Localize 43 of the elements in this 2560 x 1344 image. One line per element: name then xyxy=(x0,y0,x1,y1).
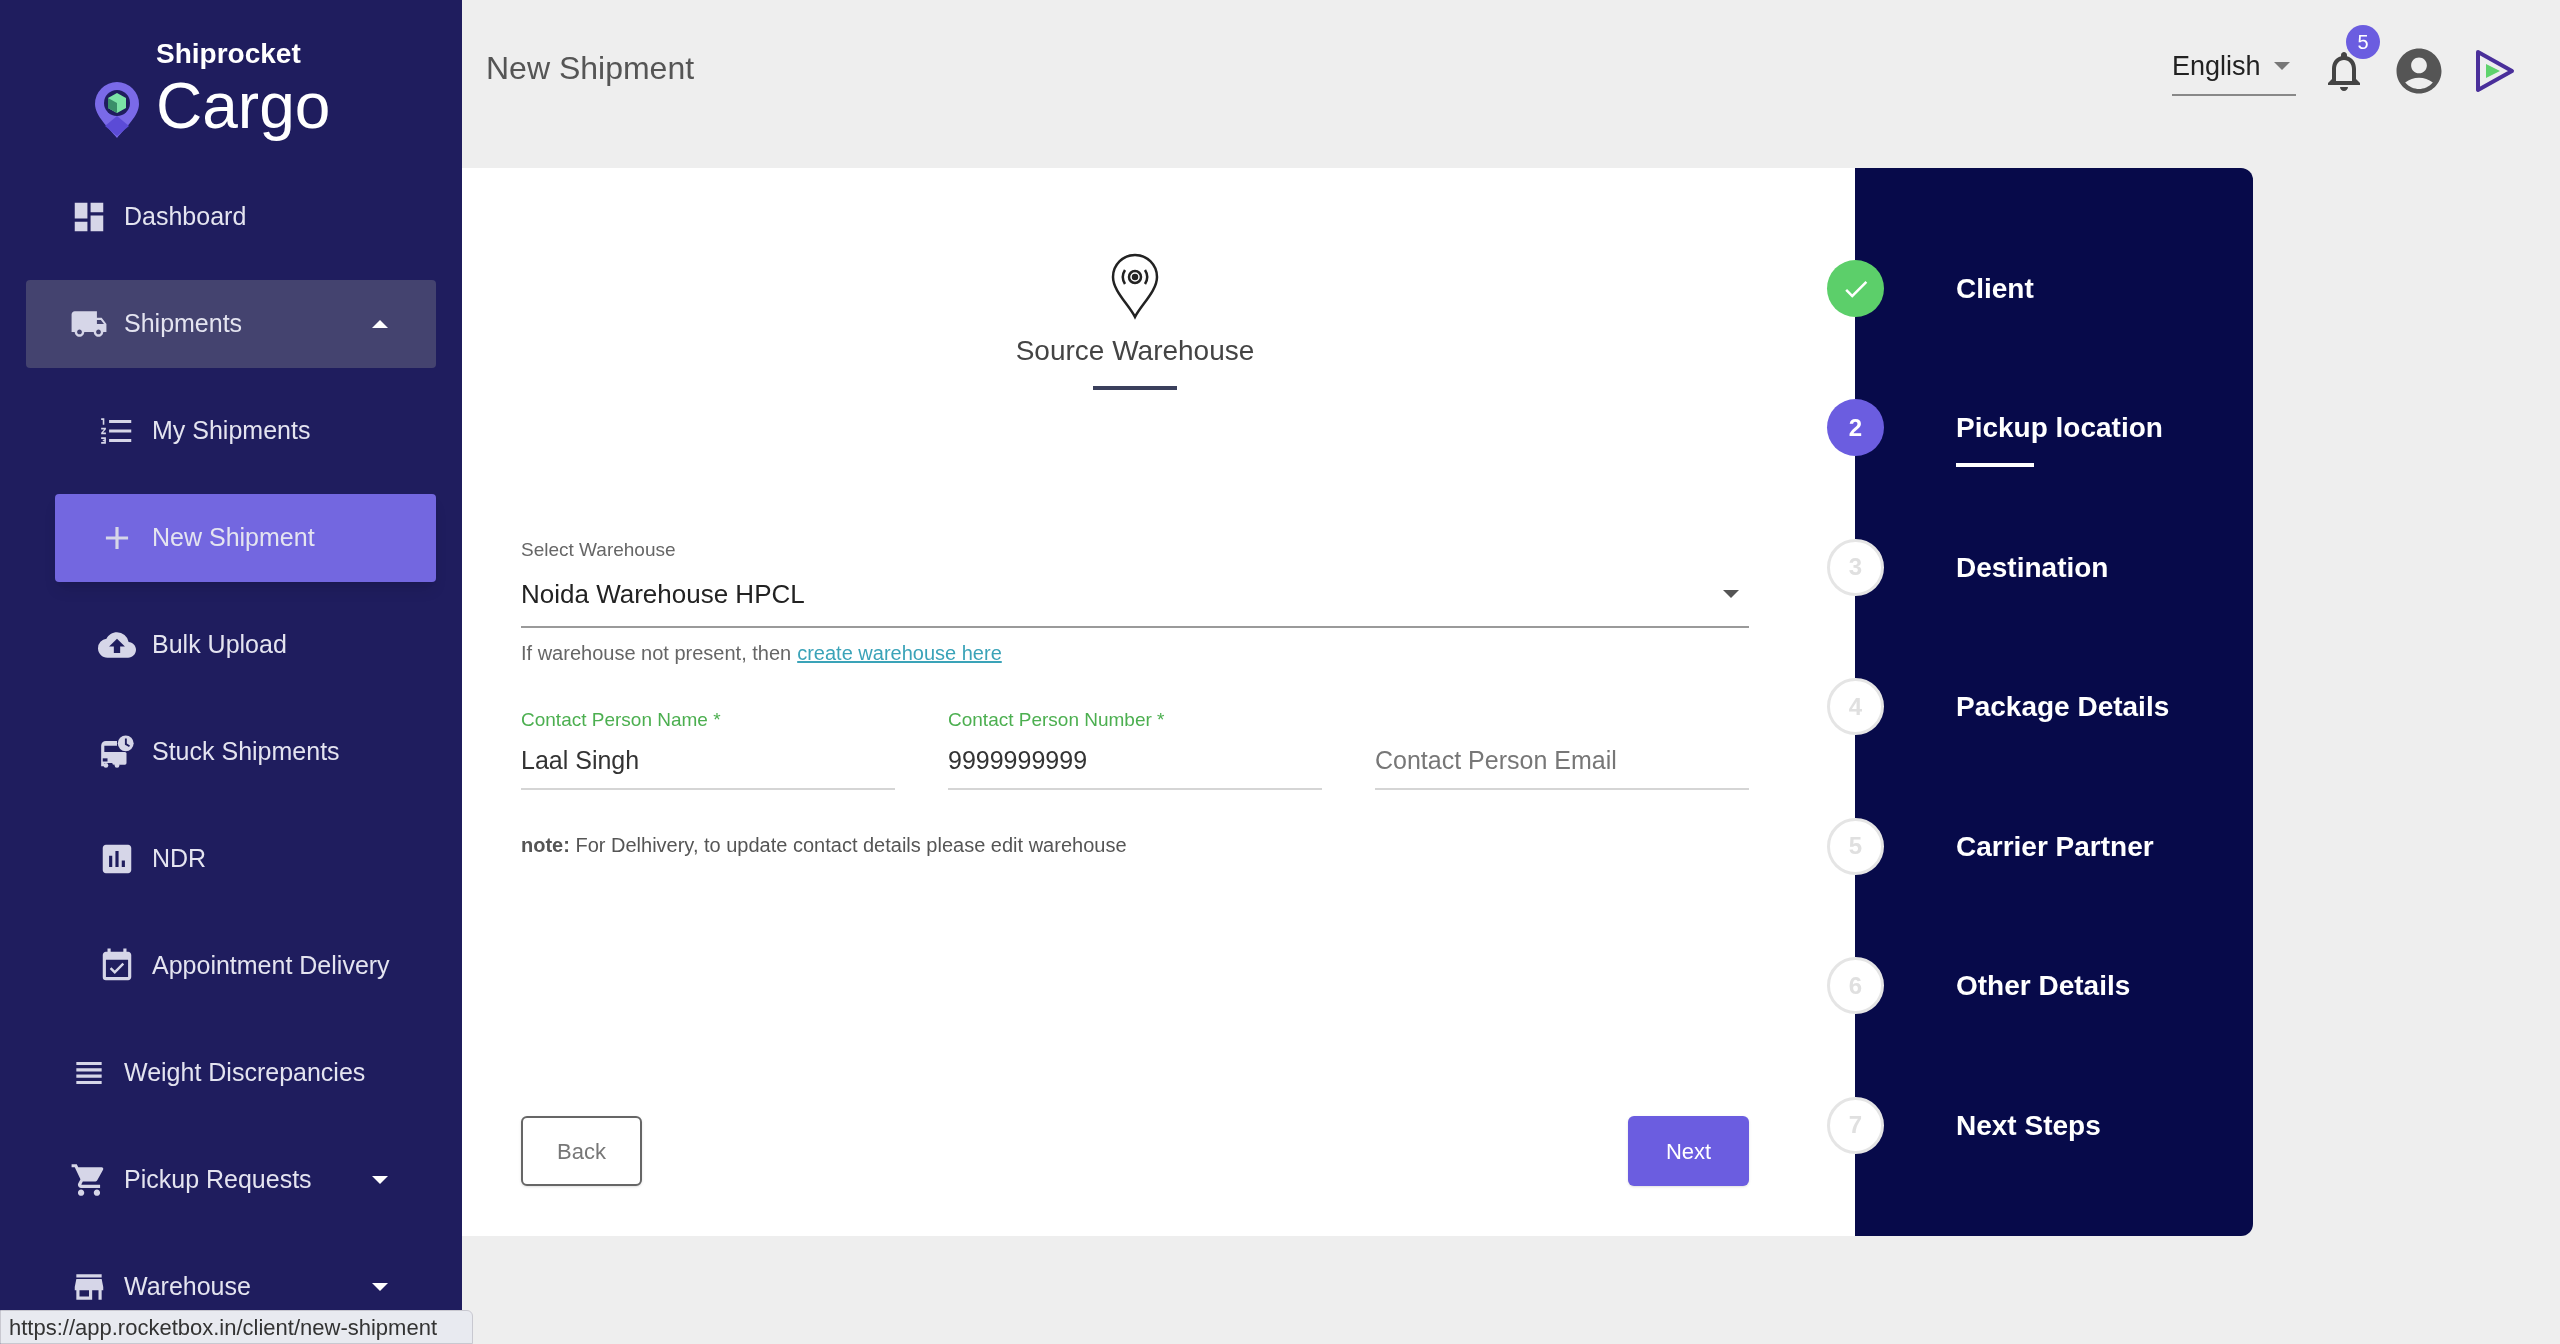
step-label: Client xyxy=(1956,272,2034,306)
sidebar-item[interactable]: Shipments xyxy=(26,280,436,368)
sidebar-item[interactable]: Dashboard xyxy=(26,173,436,261)
sidebar-item[interactable]: Appointment Delivery xyxy=(55,922,436,1010)
sidebar-item[interactable]: Pickup Requests xyxy=(26,1136,436,1224)
field-label: Contact Person Name * xyxy=(521,707,722,732)
caret-down-icon xyxy=(1723,590,1739,598)
caret-up-icon xyxy=(372,320,388,328)
step-label: Carrier Partner xyxy=(1956,829,2154,864)
step-label: Package Details xyxy=(1956,690,2170,725)
step-label: Other Details xyxy=(1956,969,2131,1004)
sidebar-item[interactable]: My Shipments xyxy=(55,387,436,475)
notification-badge: 5 xyxy=(2346,25,2380,59)
note-text: note: For Delhivery, to update contact details please edit warehouse xyxy=(521,832,1128,858)
input-field[interactable]: 9999999999 xyxy=(948,742,1322,790)
outline-button[interactable]: Back xyxy=(521,1116,642,1186)
pin-logo-icon xyxy=(92,80,142,140)
sidebar-item[interactable]: New Shipment xyxy=(55,494,436,582)
helper-text: If warehouse not present, then xyxy=(521,640,792,666)
page-title: New Shipment xyxy=(486,49,695,88)
brand-tagline: Shiprocket xyxy=(156,40,302,68)
step-label: Pickup location xyxy=(1956,411,2163,446)
primary-button[interactable]: Next xyxy=(1628,1116,1749,1186)
sidebar-item[interactable]: Bulk Upload xyxy=(55,601,436,689)
bus-clock-icon xyxy=(98,733,136,771)
sidebar-item[interactable]: NDR xyxy=(55,815,436,903)
step-label: Destination xyxy=(1956,550,2109,585)
caret-down-icon xyxy=(2274,62,2290,70)
url-tooltip: https://app.rocketbox.in/client/new-shipment xyxy=(0,1310,473,1344)
field-label: Contact Person Number * xyxy=(948,707,1166,732)
select-value: Noida Warehouse HPCL xyxy=(521,577,806,611)
field-label: Select Warehouse xyxy=(521,538,677,562)
location-pin-icon xyxy=(1109,252,1161,320)
input-field[interactable]: Contact Person Email xyxy=(1375,742,1749,790)
sidebar-item[interactable]: Weight Discrepancies xyxy=(26,1029,436,1117)
sidebar-item[interactable]: Stuck Shipments xyxy=(55,708,436,796)
caret-down-icon xyxy=(372,1283,388,1291)
input-field[interactable]: Laal Singh xyxy=(521,742,895,790)
caret-down-icon xyxy=(372,1176,388,1184)
language-select[interactable]: English xyxy=(2172,45,2296,97)
step-label: Next Steps xyxy=(1956,1108,2101,1143)
select-field[interactable]: Select Warehouse Noida Warehouse HPCL xyxy=(521,536,1749,628)
section-title: Source Warehouse xyxy=(1015,334,1255,368)
